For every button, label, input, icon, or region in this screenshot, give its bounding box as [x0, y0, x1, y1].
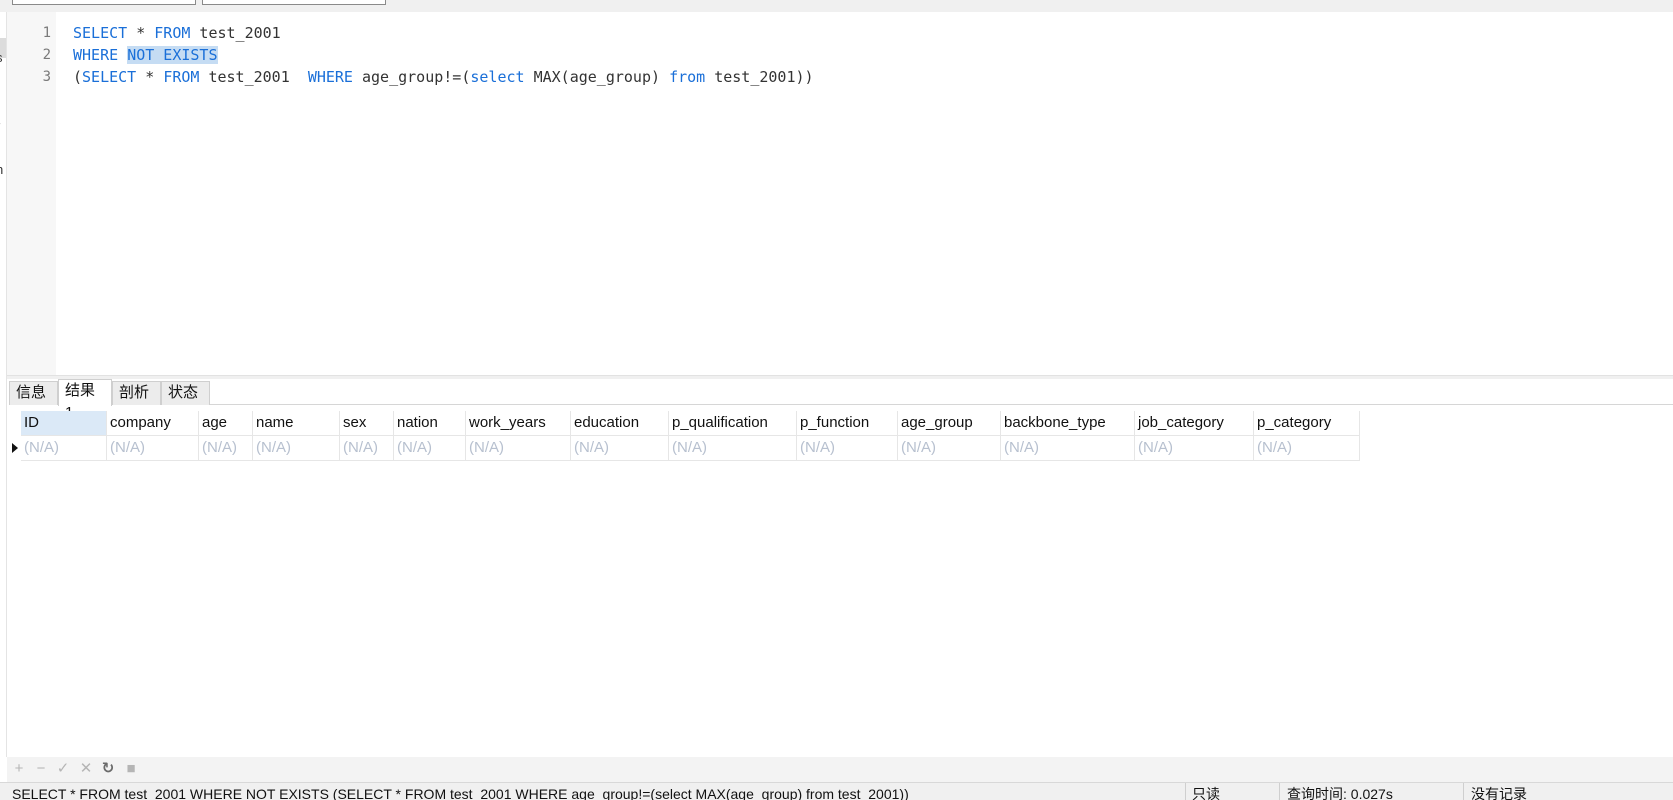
column-header[interactable]: p_qualification: [669, 411, 797, 436]
status-separator: [1279, 783, 1280, 800]
code-line[interactable]: (SELECT * FROM test_2001 WHERE age_group…: [73, 66, 814, 88]
sql-keyword: SELECT: [73, 24, 128, 42]
code-line[interactable]: SELECT * FROM test_2001: [73, 22, 281, 44]
plus-icon[interactable]: +: [10, 760, 28, 778]
column-header[interactable]: company: [107, 411, 199, 436]
sql-text: test_2001: [190, 24, 281, 42]
grid-cell[interactable]: (N/A): [107, 436, 199, 461]
sql-text: test_2001: [199, 68, 308, 86]
column-header[interactable]: sex: [340, 411, 394, 436]
column-header[interactable]: ID: [21, 411, 107, 436]
refresh-icon[interactable]: ↻: [99, 760, 117, 778]
status-query-time: 查询时间: 0.027s: [1287, 786, 1393, 800]
row-pointer-icon: [9, 436, 21, 461]
grid-cell[interactable]: (N/A): [797, 436, 898, 461]
grid-cell[interactable]: (N/A): [1001, 436, 1135, 461]
column-header[interactable]: backbone_type: [1001, 411, 1135, 436]
status-bar: SELECT * FROM test_2001 WHERE NOT EXISTS…: [0, 782, 1673, 800]
sql-keyword: SELECT: [82, 68, 137, 86]
status-separator: [1185, 783, 1186, 800]
column-header[interactable]: age_group: [898, 411, 1001, 436]
sql-text: *: [136, 68, 164, 86]
panel-fragment: n: [0, 162, 3, 177]
sql-text: (: [73, 68, 83, 86]
query-toolbar: [0, 0, 1673, 12]
column-header[interactable]: nation: [394, 411, 466, 436]
grid-cell[interactable]: (N/A): [669, 436, 797, 461]
panel-fragment: s: [0, 50, 3, 65]
status-mode: 只读: [1192, 786, 1220, 800]
tab-profile[interactable]: 剖析: [112, 381, 161, 405]
sql-text: age_group!=(: [352, 68, 471, 86]
database-select[interactable]: [202, 0, 386, 5]
code-line[interactable]: WHERE NOT EXISTS: [73, 44, 218, 66]
column-header[interactable]: p_category: [1254, 411, 1360, 436]
result-tabs: 信息 结果 1 剖析 状态: [9, 379, 1673, 421]
sql-keyword: FROM: [163, 68, 200, 86]
minus-icon[interactable]: −: [32, 760, 50, 778]
grid-cell[interactable]: (N/A): [21, 436, 107, 461]
object-panel-edge: s r n: [0, 12, 7, 757]
grid-cell[interactable]: (N/A): [571, 436, 669, 461]
sql-text: MAX(age_group): [524, 68, 670, 86]
status-sql-text: SELECT * FROM test_2001 WHERE NOT EXISTS…: [12, 786, 909, 800]
tab-info[interactable]: 信息: [9, 381, 58, 405]
column-header[interactable]: name: [253, 411, 340, 436]
grid-cell[interactable]: (N/A): [394, 436, 466, 461]
sql-keyword: WHERE: [307, 68, 353, 86]
sql-keyword: select: [470, 68, 525, 86]
line-number: 3: [42, 69, 51, 85]
grid-toolbar: + − ✓ ✕ ↻ ■: [7, 757, 1673, 782]
sql-text: test_2001)): [705, 68, 814, 86]
grid-cell[interactable]: (N/A): [898, 436, 1001, 461]
grid-cell[interactable]: (N/A): [253, 436, 340, 461]
status-record-count: 没有记录: [1471, 786, 1527, 800]
navicat-query-window: s r n 1 SELECT * FROM test_2001 2 WHERE NOT…: [0, 0, 1673, 800]
grid-cell[interactable]: (N/A): [466, 436, 571, 461]
cross-icon[interactable]: ✕: [77, 760, 95, 778]
grid-cell[interactable]: (N/A): [1254, 436, 1360, 461]
column-header[interactable]: p_function: [797, 411, 898, 436]
tab-status[interactable]: 状态: [161, 381, 210, 405]
sql-keyword: from: [669, 68, 706, 86]
line-number: 2: [42, 47, 51, 63]
status-separator: [1463, 783, 1464, 800]
sql-keyword: WHERE: [73, 46, 119, 64]
column-header[interactable]: job_category: [1135, 411, 1254, 436]
column-header[interactable]: education: [571, 411, 669, 436]
stop-icon[interactable]: ■: [122, 760, 140, 778]
grid-cell[interactable]: (N/A): [1135, 436, 1254, 461]
column-header[interactable]: age: [199, 411, 253, 436]
sql-keyword: NOT EXISTS: [127, 46, 218, 64]
check-icon[interactable]: ✓: [54, 760, 72, 778]
sql-editor[interactable]: 1 SELECT * FROM test_2001 2 WHERE NOT EXIST…: [7, 12, 1673, 375]
grid-cell[interactable]: (N/A): [340, 436, 394, 461]
connection-select[interactable]: [12, 0, 196, 5]
tab-result-1[interactable]: 结果 1: [58, 379, 112, 421]
line-number: 1: [42, 25, 51, 41]
sql-text: *: [127, 24, 155, 42]
grid-cell[interactable]: (N/A): [199, 436, 253, 461]
column-header[interactable]: work_years: [466, 411, 571, 436]
sql-keyword: FROM: [154, 24, 191, 42]
